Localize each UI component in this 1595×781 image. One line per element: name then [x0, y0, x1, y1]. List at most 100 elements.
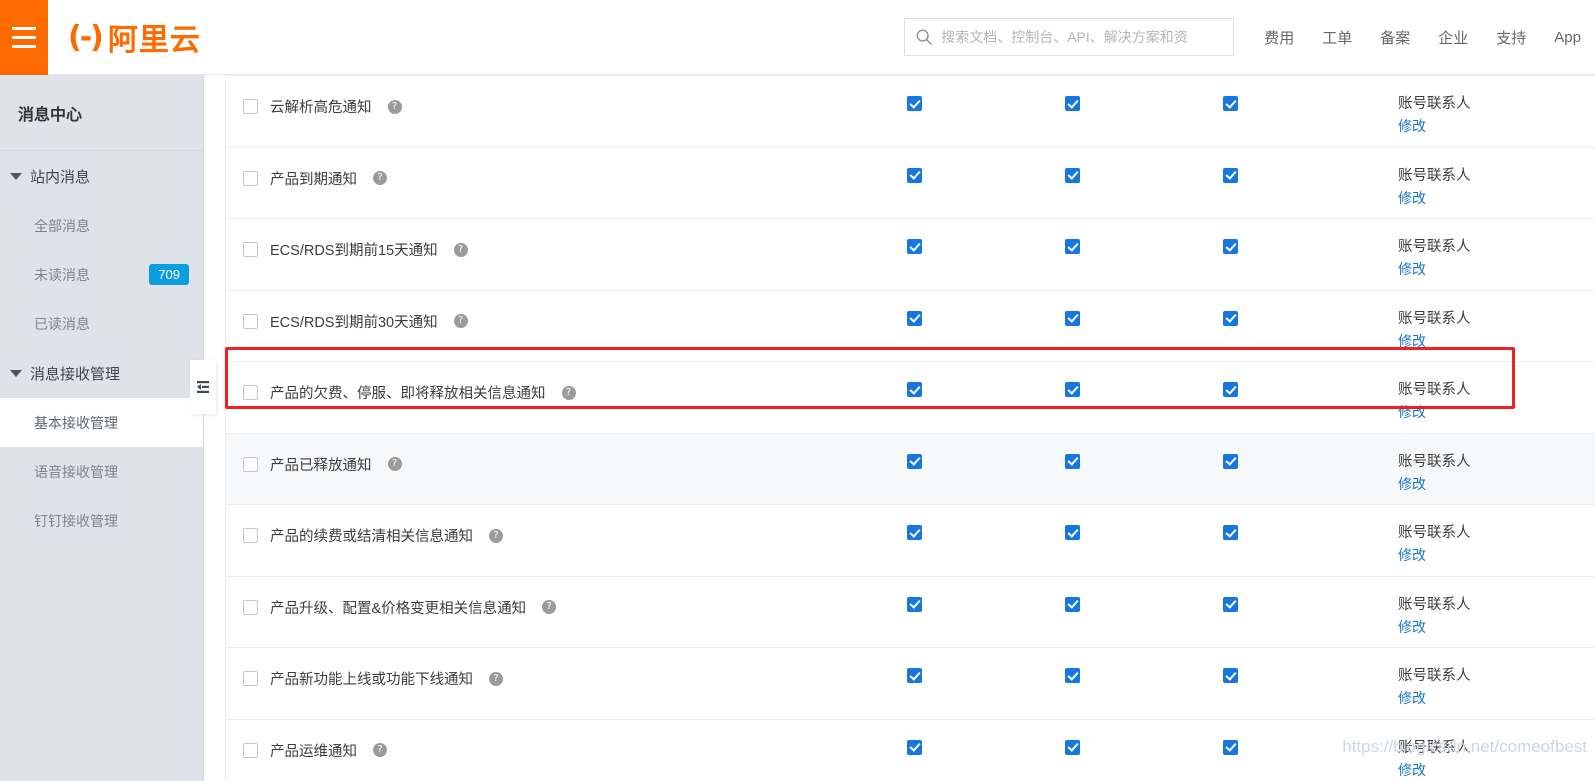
row-select-checkbox[interactable]: [243, 170, 258, 186]
row-select-checkbox[interactable]: [243, 242, 258, 257]
help-icon[interactable]: ?: [453, 314, 468, 328]
sidebar-item-basic-receive-management[interactable]: 基本接收管理: [0, 398, 203, 447]
sms-channel-checkbox[interactable]: [1065, 167, 1080, 183]
edit-contact-link[interactable]: 修改: [1398, 116, 1426, 136]
notification-name-label: ECS/RDS到期前15天通知: [270, 243, 438, 259]
email-channel-checkbox[interactable]: [1223, 668, 1238, 683]
site-message-channel-checkbox[interactable]: [907, 310, 922, 326]
site-message-channel-checkbox[interactable]: [907, 596, 922, 612]
hamburger-icon[interactable]: [0, 0, 48, 75]
edit-contact-link[interactable]: 修改: [1398, 259, 1426, 279]
site-message-channel-checkbox[interactable]: [907, 525, 922, 540]
site-message-channel-checkbox[interactable]: [907, 167, 922, 183]
sidebar-group-site-messages[interactable]: 站内消息: [0, 151, 203, 201]
aliyun-logo[interactable]: (-) 阿里云: [68, 15, 201, 59]
edit-contact-link[interactable]: 修改: [1398, 760, 1426, 780]
site-message-channel-checkbox[interactable]: [907, 96, 922, 111]
help-icon[interactable]: ?: [453, 242, 468, 257]
sidebar-collapse-handle[interactable]: [190, 360, 216, 414]
sidebar-group-label: 消息接收管理: [30, 365, 121, 383]
sms-channel-checkbox[interactable]: [1065, 739, 1080, 755]
email-channel-checkbox[interactable]: [1223, 239, 1238, 254]
sidebar-item-unread-messages[interactable]: 未读消息 709: [0, 250, 203, 299]
row-select-checkbox[interactable]: [243, 385, 258, 400]
row-select-checkbox[interactable]: [243, 99, 258, 114]
table-row-inner: ECS/RDS到期前30天通知? 账号联系人 修改: [226, 291, 1595, 351]
contact-name-label: 账号联系人: [1398, 96, 1471, 112]
contact-name-label: 账号联系人: [1398, 453, 1471, 470]
edit-contact-link[interactable]: 修改: [1398, 617, 1426, 637]
contact-name-label: 账号联系人: [1398, 596, 1471, 613]
notification-name-label: 产品新功能上线或功能下线通知: [270, 672, 473, 688]
sidebar-item-dingtalk-receive-management[interactable]: 钉钉接收管理: [0, 496, 203, 545]
help-icon[interactable]: ?: [561, 385, 576, 400]
row-select-checkbox[interactable]: [243, 671, 258, 686]
sms-channel-checkbox[interactable]: [1065, 525, 1080, 540]
row-select-checkbox[interactable]: [243, 313, 258, 329]
nav-item-fees[interactable]: 费用: [1264, 27, 1294, 48]
help-icon[interactable]: ?: [489, 528, 503, 543]
nav-item-app[interactable]: App: [1554, 29, 1581, 46]
site-message-channel-checkbox[interactable]: [907, 668, 922, 683]
channel-cell: [1201, 668, 1359, 683]
email-channel-checkbox[interactable]: [1223, 96, 1238, 111]
email-channel-checkbox[interactable]: [1223, 167, 1238, 183]
sms-channel-checkbox[interactable]: [1065, 96, 1080, 111]
row-select-checkbox[interactable]: [243, 742, 258, 758]
global-search-box[interactable]: [904, 18, 1235, 56]
search-input[interactable]: [941, 29, 1224, 45]
sidebar-group-receive-management[interactable]: 消息接收管理: [0, 348, 203, 398]
page-root: (-) 阿里云 费用 工单 备案 企业 支持 App 消息中心 站内消息: [0, 0, 1595, 781]
row-select-checkbox[interactable]: [243, 528, 258, 543]
collapse-panel-icon: [197, 381, 209, 393]
sms-channel-checkbox[interactable]: [1065, 668, 1080, 683]
sidebar-group-label: 站内消息: [30, 168, 91, 186]
help-icon[interactable]: ?: [542, 600, 557, 614]
email-channel-checkbox[interactable]: [1223, 739, 1238, 755]
edit-contact-link[interactable]: 修改: [1398, 474, 1426, 494]
help-icon[interactable]: ?: [489, 671, 503, 686]
email-channel-checkbox[interactable]: [1223, 525, 1238, 540]
sms-channel-checkbox[interactable]: [1065, 596, 1080, 612]
watermark: https://blog.csdn.net/comeofbest: [1342, 737, 1587, 756]
row-select-checkbox[interactable]: [243, 599, 258, 615]
notification-name-cell: 产品已释放通知?: [226, 454, 885, 475]
site-message-channel-checkbox[interactable]: [907, 239, 922, 254]
main-content: 云解析高危通知? 账号联系人 修改 产品到期通知? 账号联系人 修改 ECS/RDS到期前1…: [204, 75, 1595, 781]
contact-name-label: 账号联系人: [1398, 525, 1471, 541]
edit-contact-link[interactable]: 修改: [1398, 402, 1426, 422]
sms-channel-checkbox[interactable]: [1065, 239, 1080, 254]
contact-cell: 账号联系人 修改: [1359, 164, 1595, 208]
notification-name-cell: 产品的续费或结清相关信息通知?: [226, 525, 885, 546]
table-row: 云解析高危通知? 账号联系人 修改: [226, 76, 1595, 148]
channel-cell: [1201, 596, 1359, 612]
sms-channel-checkbox[interactable]: [1065, 453, 1080, 469]
help-icon[interactable]: ?: [373, 743, 387, 757]
help-icon[interactable]: ?: [387, 99, 402, 114]
help-icon[interactable]: ?: [373, 171, 387, 185]
email-channel-checkbox[interactable]: [1223, 382, 1238, 397]
row-select-checkbox[interactable]: [243, 456, 258, 472]
edit-contact-link[interactable]: 修改: [1398, 545, 1426, 565]
site-message-channel-checkbox[interactable]: [907, 739, 922, 755]
edit-contact-link[interactable]: 修改: [1398, 688, 1426, 708]
nav-item-tickets[interactable]: 工单: [1322, 27, 1352, 48]
sidebar-item-voice-receive-management[interactable]: 语音接收管理: [0, 447, 203, 496]
sidebar-item-read-messages[interactable]: 已读消息: [0, 299, 203, 348]
edit-contact-link[interactable]: 修改: [1398, 331, 1426, 351]
sms-channel-checkbox[interactable]: [1065, 382, 1080, 397]
edit-contact-link[interactable]: 修改: [1398, 188, 1426, 208]
sms-channel-checkbox[interactable]: [1065, 310, 1080, 326]
table-row: 产品升级、配置&价格变更相关信息通知? 账号联系人 修改: [226, 576, 1595, 648]
email-channel-checkbox[interactable]: [1223, 453, 1238, 469]
help-icon[interactable]: ?: [387, 457, 402, 471]
nav-item-enterprise[interactable]: 企业: [1438, 27, 1468, 48]
nav-item-icp[interactable]: 备案: [1380, 27, 1410, 48]
email-channel-checkbox[interactable]: [1223, 596, 1238, 612]
site-message-channel-checkbox[interactable]: [907, 453, 922, 469]
site-message-channel-checkbox[interactable]: [907, 382, 922, 397]
nav-item-support[interactable]: 支持: [1496, 27, 1526, 48]
email-channel-checkbox[interactable]: [1223, 310, 1238, 326]
sidebar-item-all-messages[interactable]: 全部消息: [0, 201, 203, 250]
channel-cell: [885, 668, 1043, 683]
